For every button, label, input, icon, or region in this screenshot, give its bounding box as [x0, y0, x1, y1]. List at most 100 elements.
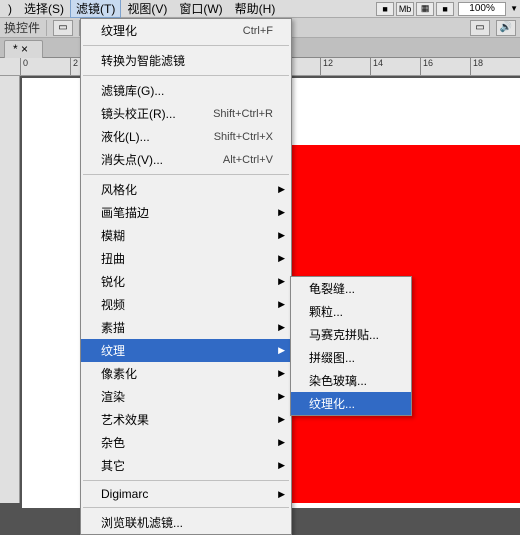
menubar: ) 选择(S) 滤镜(T) 视图(V) 窗口(W) 帮助(H) ■ Mb ▦ ■…: [0, 0, 520, 18]
menu-label: 纹理: [101, 342, 125, 359]
zoom-field[interactable]: 100%: [458, 2, 506, 16]
chevron-right-icon: ▶: [278, 489, 285, 500]
menu-last-filter[interactable]: 纹理化 Ctrl+F: [81, 19, 291, 42]
menu-item-paren[interactable]: ): [2, 1, 18, 17]
chevron-right-icon: ▶: [278, 437, 285, 448]
options-label: 换控件: [4, 19, 40, 36]
menu-label: 浏览联机滤镜...: [101, 514, 183, 531]
menu-item-view[interactable]: 视图(V): [121, 0, 173, 18]
menu-label: 素描: [101, 319, 125, 336]
menu-browse-online[interactable]: 浏览联机滤镜...: [81, 511, 291, 534]
menu-label: 染色玻璃...: [309, 372, 367, 389]
chevron-right-icon: ▶: [278, 184, 285, 195]
menu-smart-filter[interactable]: 转换为智能滤镜: [81, 49, 291, 72]
menubar-right: ■ Mb ▦ ■ 100% ▼: [376, 2, 518, 16]
zoom-dropdown-icon[interactable]: ▼: [510, 4, 518, 13]
menu-label: 龟裂缝...: [309, 280, 355, 297]
submenu-texturizer[interactable]: 纹理化...: [291, 392, 411, 415]
chevron-right-icon: ▶: [278, 322, 285, 333]
menu-sketch[interactable]: 素描 ▶: [81, 316, 291, 339]
chevron-right-icon: ▶: [278, 414, 285, 425]
submenu-grain[interactable]: 颗粒...: [291, 300, 411, 323]
menu-stylize[interactable]: 风格化▶: [81, 178, 291, 201]
toolbar-btn-grid[interactable]: ▦: [416, 2, 434, 16]
toolbar-btn-mb[interactable]: Mb: [396, 2, 414, 16]
menu-label: 镜头校正(R)...: [101, 105, 176, 122]
menu-separator: [83, 480, 289, 481]
menu-label: 渲染: [101, 388, 125, 405]
menu-render[interactable]: 渲染 ▶: [81, 385, 291, 408]
menu-distort[interactable]: 扭曲 ▶: [81, 247, 291, 270]
menu-blur[interactable]: 模糊▶: [81, 224, 291, 247]
chevron-right-icon: ▶: [278, 207, 285, 218]
menu-label: 视频: [101, 296, 125, 313]
chevron-right-icon: ▶: [278, 299, 285, 310]
menu-separator: [83, 174, 289, 175]
menu-label: 滤镜库(G)...: [101, 82, 164, 99]
menu-texture[interactable]: 纹理 ▶: [81, 339, 291, 362]
menu-lens-correction[interactable]: 镜头校正(R)... Shift+Ctrl+R: [81, 102, 291, 125]
menu-digimarc[interactable]: Digimarc ▶: [81, 484, 291, 504]
toolbar-btn-a[interactable]: ▭: [53, 20, 73, 36]
doc-tab-label: * ×: [13, 42, 28, 56]
menu-label: 锐化: [101, 273, 125, 290]
menu-vanishing-point[interactable]: 消失点(V)... Alt+Ctrl+V: [81, 148, 291, 171]
menu-label: 艺术效果: [101, 411, 149, 428]
menu-label: 其它: [101, 457, 125, 474]
menu-item-help[interactable]: 帮助(H): [229, 0, 282, 18]
menu-liquify[interactable]: 液化(L)... Shift+Ctrl+X: [81, 125, 291, 148]
menu-label: 纹理化...: [309, 395, 355, 412]
ruler-tick: 16: [420, 58, 433, 76]
menu-label: 颗粒...: [309, 303, 343, 320]
menu-other[interactable]: 其它 ▶: [81, 454, 291, 477]
menu-label: 转换为智能滤镜: [101, 52, 185, 69]
chevron-right-icon: ▶: [278, 345, 285, 356]
menu-shortcut: Ctrl+F: [243, 25, 273, 37]
menu-shortcut: Shift+Ctrl+X: [214, 131, 273, 143]
menu-artistic[interactable]: 艺术效果 ▶: [81, 408, 291, 431]
texture-submenu: 龟裂缝... 颗粒... 马赛克拼贴... 拼缀图... 染色玻璃... 纹理化…: [290, 276, 412, 416]
ruler-tick: 14: [370, 58, 383, 76]
ruler-tick: 18: [470, 58, 483, 76]
chevron-right-icon: ▶: [278, 253, 285, 264]
filter-menu: 纹理化 Ctrl+F 转换为智能滤镜 滤镜库(G)... 镜头校正(R)... …: [80, 18, 292, 535]
menu-label: 消失点(V)...: [101, 151, 163, 168]
menu-label: 像素化: [101, 365, 137, 382]
menu-label: 纹理化: [101, 22, 137, 39]
menu-label: 马赛克拼贴...: [309, 326, 379, 343]
submenu-mosaic-tiles[interactable]: 马赛克拼贴...: [291, 323, 411, 346]
menu-filter-gallery[interactable]: 滤镜库(G)...: [81, 79, 291, 102]
menu-label: 画笔描边: [101, 204, 149, 221]
menu-label: 扭曲: [101, 250, 125, 267]
speaker-icon[interactable]: 🔊: [496, 20, 516, 36]
menu-label: Digimarc: [101, 487, 148, 501]
menu-separator: [83, 507, 289, 508]
chevron-right-icon: ▶: [278, 460, 285, 471]
toolbar-btn-c[interactable]: ▭: [470, 20, 490, 36]
menu-pixelate[interactable]: 像素化▶: [81, 362, 291, 385]
menu-label: 模糊: [101, 227, 125, 244]
menu-label: 拼缀图...: [309, 349, 355, 366]
ruler-tick: 12: [320, 58, 333, 76]
ruler-vertical: [0, 76, 20, 503]
menu-item-filter[interactable]: 滤镜(T): [70, 0, 121, 18]
menu-sharpen[interactable]: 锐化▶: [81, 270, 291, 293]
menu-noise[interactable]: 杂色▶: [81, 431, 291, 454]
toolbar-btn-4[interactable]: ■: [436, 2, 454, 16]
menu-separator: [83, 45, 289, 46]
toolbar-btn-1[interactable]: ■: [376, 2, 394, 16]
ruler-tick: 2: [70, 58, 78, 76]
doc-tab[interactable]: * ×: [4, 40, 43, 58]
submenu-stained-glass[interactable]: 染色玻璃...: [291, 369, 411, 392]
menu-label: 液化(L)...: [101, 128, 150, 145]
menu-brush-strokes[interactable]: 画笔描边 ▶: [81, 201, 291, 224]
submenu-craquelure[interactable]: 龟裂缝...: [291, 277, 411, 300]
menu-video[interactable]: 视频 ▶: [81, 293, 291, 316]
ruler-tick: 0: [20, 58, 28, 76]
menu-item-select[interactable]: 选择(S): [18, 0, 70, 18]
submenu-patchwork[interactable]: 拼缀图...: [291, 346, 411, 369]
menu-shortcut: Alt+Ctrl+V: [223, 154, 273, 166]
menu-shortcut: Shift+Ctrl+R: [213, 108, 273, 120]
chevron-right-icon: ▶: [278, 391, 285, 402]
menu-item-window[interactable]: 窗口(W): [173, 0, 228, 18]
